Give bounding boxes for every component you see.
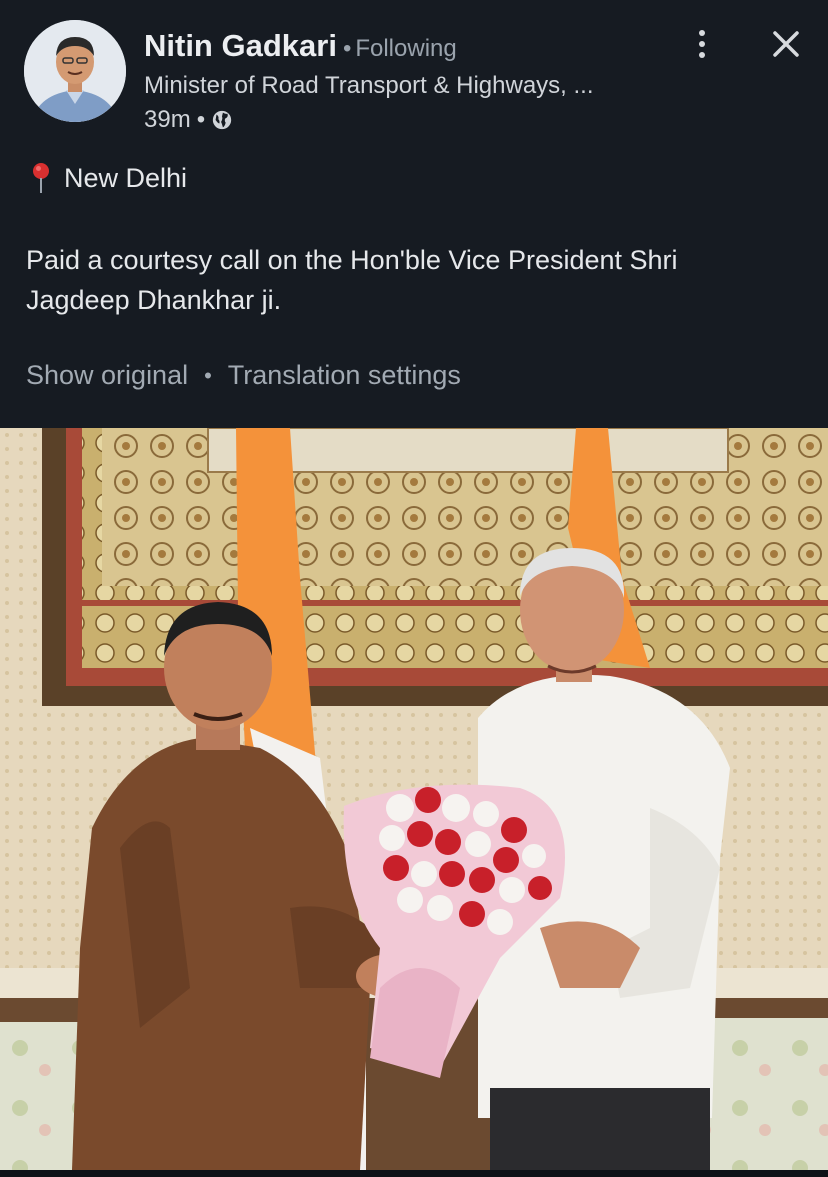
- avatar-image: [24, 20, 126, 122]
- location-name: New Delhi: [64, 162, 188, 193]
- location-tag[interactable]: New Delhi: [30, 162, 187, 194]
- author-title: Minister of Road Transport & Highways, .…: [144, 72, 594, 99]
- translation-bar: Show original • Translation settings: [26, 360, 461, 391]
- translation-settings-link[interactable]: Translation settings: [228, 360, 461, 391]
- author-line: Nitin Gadkari • Following: [144, 28, 457, 64]
- post-photo[interactable]: [0, 428, 828, 1170]
- post-time: 39m: [144, 106, 191, 133]
- translation-separator: •: [204, 362, 212, 388]
- show-original-link[interactable]: Show original: [26, 360, 188, 391]
- follow-status[interactable]: Following: [355, 35, 456, 63]
- bottom-edge: [0, 1170, 828, 1177]
- meta-separator: •: [196, 106, 206, 133]
- close-button[interactable]: [770, 28, 802, 60]
- avatar[interactable]: [24, 20, 126, 122]
- more-vertical-icon: [699, 30, 705, 36]
- post-photo-image: [0, 428, 828, 1170]
- location-pin-icon: [33, 163, 49, 193]
- more-options-button[interactable]: [686, 24, 718, 64]
- post-header: Nitin Gadkari • Following Minister of Ro…: [0, 0, 828, 428]
- post-meta: 39m •: [144, 106, 233, 134]
- author-name[interactable]: Nitin Gadkari: [144, 28, 337, 64]
- close-icon: [773, 31, 799, 57]
- name-separator: •: [342, 35, 352, 62]
- globe-icon: [212, 110, 232, 130]
- post-text: Paid a courtesy call on the Hon'ble Vice…: [26, 245, 678, 315]
